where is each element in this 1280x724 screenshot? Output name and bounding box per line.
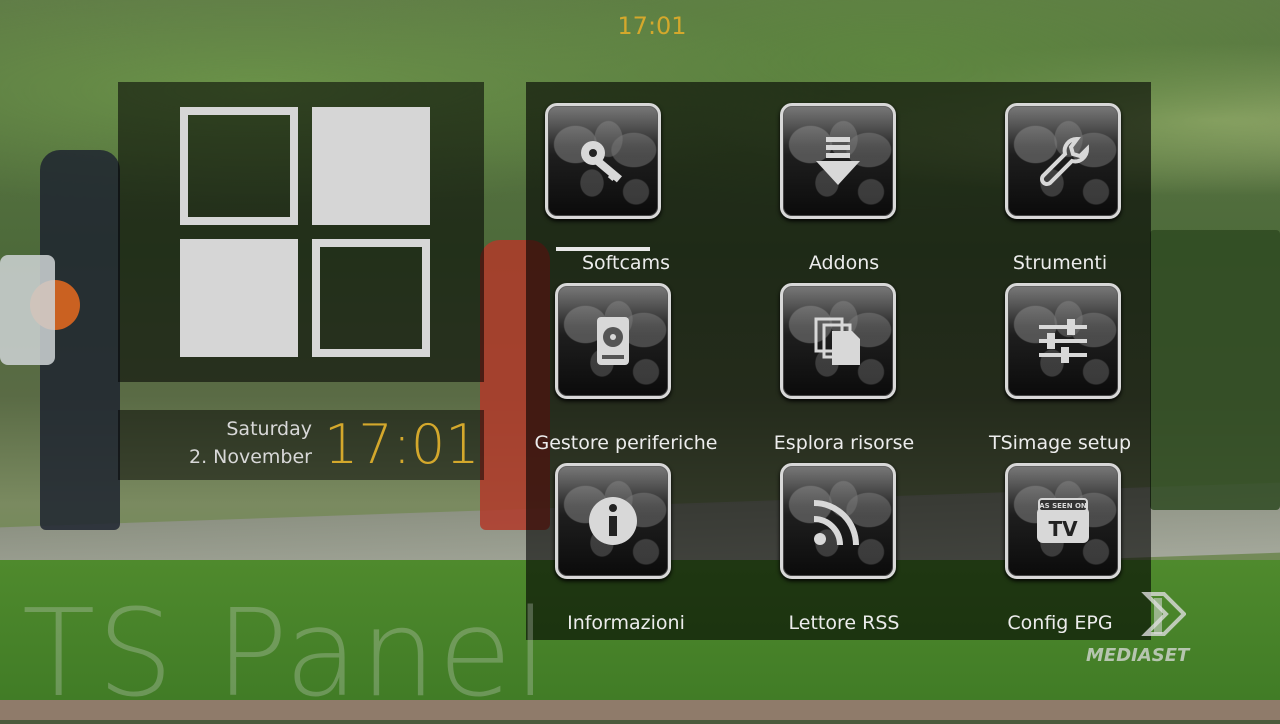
large-clock: 17:01 [324,413,480,476]
top-clock: 17:01 [617,12,687,40]
hard-drive-icon [555,283,671,399]
tile-logo-panel [118,82,484,382]
tile-outline-bottom-right [312,239,430,357]
menu-item-label: Informazioni [567,612,685,634]
info-icon [555,463,671,579]
menu-item-label: Gestore periferiche [534,432,718,454]
menu-item-label: Lettore RSS [788,612,900,634]
menu-item-label: Esplora risorse [773,432,915,454]
svg-text:AS SEEN ON: AS SEEN ON [1039,502,1087,510]
mediaset-logo: MEDIASET [1086,590,1190,670]
weekday-label: Saturday [226,418,312,440]
menu-item-informazioni[interactable]: Informazioni [526,462,726,634]
svg-text:TV: TV [1048,517,1078,541]
menu-item-gestore-periferiche[interactable]: Gestore periferiche [526,282,726,454]
files-icon [780,283,896,399]
sliders-icon [1005,283,1121,399]
rss-icon [780,463,896,579]
menu-item-label: Strumenti [1012,252,1108,274]
channel-logo-mark [1141,592,1186,636]
menu-item-tsimage-setup[interactable]: TSimage setup [960,282,1160,454]
menu-item-lettore-rss[interactable]: Lettore RSS [744,462,944,634]
menu-item-label: TSimage setup [988,432,1132,454]
menu-item-softcams[interactable]: Softcams [526,102,726,274]
download-arrow-icon [780,103,896,219]
menu-item-addons[interactable]: Addons [744,102,944,274]
ts-panel-watermark: TS Panel [22,585,550,724]
ts-panel-menu: Softcams Addons Strumenti Gestore perife… [526,82,1151,640]
tv-icon: AS SEEN ON TV [1005,463,1121,579]
tile-outline-top-left [180,107,298,225]
menu-item-esplora-risorse[interactable]: Esplora risorse [744,282,944,454]
date-label: 2. November [188,446,312,468]
channel-logo-text: MEDIASET [1086,645,1190,666]
selection-indicator [556,247,650,251]
date-time-panel: Saturday 2. November 17:01 [118,410,484,480]
menu-item-label: Addons [808,252,880,274]
menu-item-label: Softcams [582,252,670,274]
key-icon [545,103,661,219]
wrench-icon [1005,103,1121,219]
tile-solid-top-right [312,107,430,225]
tile-solid-bottom-left [180,239,298,357]
menu-item-strumenti[interactable]: Strumenti [960,102,1160,274]
